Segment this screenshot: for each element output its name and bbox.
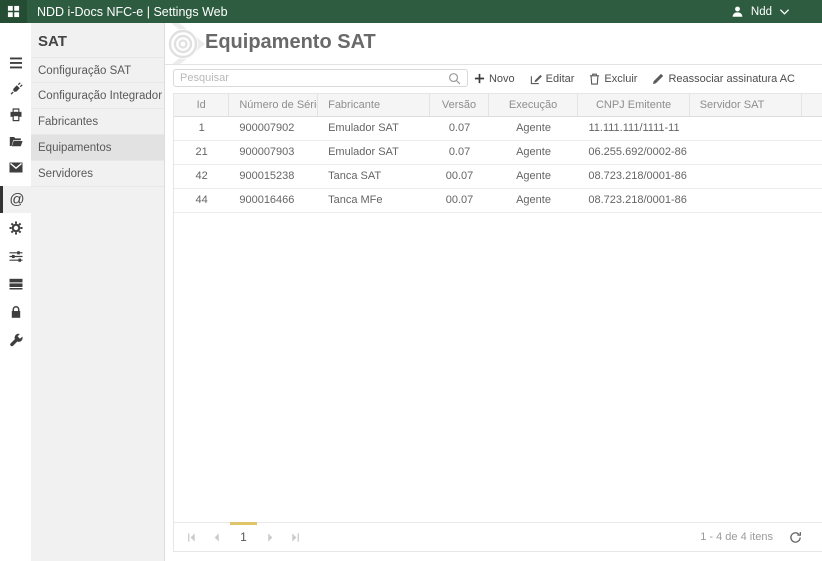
refresh-icon[interactable]: [789, 531, 802, 544]
sidebar: SAT Configuração SAT Configuração Integr…: [31, 23, 165, 561]
cell-numero-serie: 900007902: [239, 122, 295, 134]
user-name: Ndd: [750, 5, 772, 18]
sidebar-item-servidores[interactable]: Servidores: [31, 161, 164, 187]
column-header-numero-serie[interactable]: Número de Série: [229, 94, 319, 116]
cell-servidor-sat: [690, 189, 802, 212]
search-input[interactable]: [174, 70, 446, 86]
sidebar-item-fabricantes[interactable]: Fabricantes: [31, 109, 164, 135]
content-area: Equipamento SAT Novo Editar: [165, 23, 822, 561]
column-header-execucao[interactable]: Execução: [489, 94, 579, 116]
table-row[interactable]: 42 900015238 Tanca SAT 00.07 Agente 08.7…: [174, 165, 822, 189]
cell-numero-serie: 900016466: [239, 194, 295, 206]
cell-id: 42: [195, 170, 208, 182]
wrench-icon[interactable]: [0, 327, 31, 353]
plus-icon: [474, 73, 485, 84]
trash-icon: [589, 73, 600, 85]
sidebar-header: SAT: [38, 33, 67, 50]
apps-grid-icon: [7, 5, 20, 18]
cell-versao: 00.07: [445, 194, 474, 206]
pager: 1 1 - 4 de 4 itens: [174, 522, 822, 551]
column-header-filler: [802, 94, 822, 116]
cell-execucao: Agente: [516, 146, 551, 158]
at-glyph: [9, 192, 24, 207]
gear-icon[interactable]: [0, 215, 31, 241]
user-icon: [731, 5, 744, 18]
cell-execucao: Agente: [516, 122, 551, 134]
cell-numero-serie: 900015238: [239, 170, 295, 182]
table-row[interactable]: 1 900007902 Emulador SAT 0.07 Agente 11.…: [174, 117, 822, 141]
search-icon[interactable]: [446, 72, 467, 85]
cell-id: 44: [195, 194, 208, 206]
sidebar-item-configuracao-sat[interactable]: Configuração SAT: [31, 57, 164, 83]
edit-icon: [530, 73, 542, 85]
column-header-fabricante[interactable]: Fabricante: [318, 94, 431, 116]
user-menu[interactable]: Ndd: [731, 5, 822, 18]
cell-versao: 0.07: [448, 146, 471, 158]
column-header-id[interactable]: Id: [174, 94, 230, 116]
toolbar: Novo Editar Excluir Reassociar assinatur…: [474, 71, 795, 86]
grid-empty-space: [174, 213, 822, 522]
sidebar-item-equipamentos[interactable]: Equipamentos: [31, 135, 164, 161]
lock-icon[interactable]: [0, 299, 31, 325]
excluir-button[interactable]: Excluir: [589, 73, 637, 85]
page-title: Equipamento SAT: [205, 31, 376, 53]
cell-servidor-sat: [690, 165, 802, 188]
icon-rail: [0, 23, 31, 561]
column-header-servidor-sat[interactable]: Servidor SAT: [690, 94, 803, 116]
column-header-versao[interactable]: Versão: [430, 94, 489, 116]
sidebar-menu: Configuração SAT Configuração Integrador…: [31, 57, 164, 187]
pager-first-button[interactable]: [179, 525, 204, 550]
table-row[interactable]: 21 900007903 Emulador SAT 0.07 Agente 06…: [174, 141, 822, 165]
pager-next-button[interactable]: [258, 525, 283, 550]
cell-servidor-sat: [690, 117, 802, 140]
grid-header-row: Id Número de Série Fabricante Versão Exe…: [174, 94, 822, 117]
page-header: Equipamento SAT: [165, 23, 822, 65]
printer-icon[interactable]: [0, 102, 31, 128]
cell-numero-serie: 900007903: [239, 146, 295, 158]
plug-icon[interactable]: [0, 76, 31, 102]
table-row[interactable]: 44 900016466 Tanca MFe 00.07 Agente 08.7…: [174, 189, 822, 213]
sliders-icon[interactable]: [0, 243, 31, 269]
cell-servidor-sat: [690, 141, 802, 164]
chevron-down-icon: [779, 8, 790, 16]
cell-fabricante: Emulador SAT: [328, 146, 399, 158]
folder-icon[interactable]: [0, 128, 31, 154]
cell-versao: 00.07: [445, 170, 474, 182]
apps-button[interactable]: [0, 0, 27, 23]
cell-execucao: Agente: [516, 194, 551, 206]
sidebar-item-configuracao-integrador[interactable]: Configuração Integrador: [31, 83, 164, 109]
search-box: [173, 69, 468, 87]
cell-cnpj-emitente: 06.255.692/0002-86: [588, 146, 687, 158]
pager-prev-button[interactable]: [204, 525, 229, 550]
menu-icon[interactable]: [0, 50, 31, 76]
cell-fabricante: Tanca SAT: [328, 170, 382, 182]
novo-button[interactable]: Novo: [474, 73, 515, 85]
pager-info: 1 - 4 de 4 itens: [700, 531, 802, 544]
editar-button[interactable]: Editar: [530, 73, 574, 85]
pencil-icon: [652, 73, 664, 85]
equipment-grid: Id Número de Série Fabricante Versão Exe…: [173, 93, 822, 552]
cell-versao: 0.07: [448, 122, 471, 134]
pager-page-1[interactable]: 1: [229, 522, 258, 551]
cell-fabricante: Tanca MFe: [328, 194, 383, 206]
cell-id: 1: [198, 122, 205, 134]
pager-info-text: 1 - 4 de 4 itens: [700, 531, 773, 543]
pager-last-button[interactable]: [283, 525, 308, 550]
column-header-cnpj-emitente[interactable]: CNPJ Emitente: [578, 94, 690, 116]
cell-execucao: Agente: [516, 170, 551, 182]
reassociar-assinatura-button[interactable]: Reassociar assinatura AC: [652, 73, 795, 85]
server-icon[interactable]: [0, 271, 31, 297]
envelope-icon[interactable]: [0, 154, 31, 180]
top-bar: NDD i-Docs NFC-e | Settings Web Ndd: [0, 0, 822, 23]
cell-cnpj-emitente: 11.111.111/1111-11: [588, 122, 680, 134]
at-icon[interactable]: [0, 186, 31, 213]
cell-id: 21: [195, 146, 208, 158]
cell-cnpj-emitente: 08.723.218/0001-86: [588, 170, 687, 182]
cell-cnpj-emitente: 08.723.218/0001-86: [588, 194, 687, 206]
app-title: NDD i-Docs NFC-e | Settings Web: [37, 4, 228, 19]
cell-fabricante: Emulador SAT: [328, 122, 399, 134]
